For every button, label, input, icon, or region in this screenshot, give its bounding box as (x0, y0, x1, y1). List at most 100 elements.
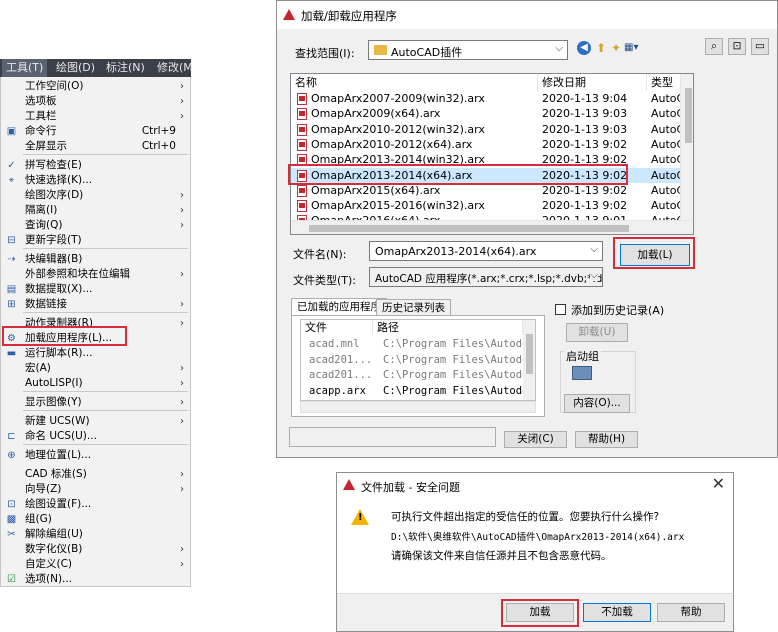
horizontal-scrollbar[interactable] (291, 220, 693, 234)
menu-item[interactable]: 宏(A) › (1, 361, 190, 376)
file-row[interactable]: OmapArx2010-2012(x64).arx 2020-1-13 9:02 A… (291, 137, 688, 152)
menu-item[interactable]: ▩ 组(G) (1, 512, 190, 527)
file-row[interactable]: OmapArx2015(x64).arx 2020-1-13 9:02 AutoC/ (291, 183, 688, 198)
file-row[interactable]: OmapArx2007-2009(win32).arx 2020-1-13 9:0… (291, 91, 688, 106)
column-name[interactable]: 名称 (291, 74, 538, 91)
menu-item[interactable]: 选项板 › (1, 94, 190, 109)
tab-history-list[interactable]: 历史记录列表 (376, 299, 451, 316)
file-row[interactable]: OmapArx2015-2016(win32).arx 2020-1-13 9:0… (291, 198, 688, 213)
menu-item-label: 新建 UCS(W) (25, 415, 90, 427)
menu-item-label: 全屏显示 (25, 140, 67, 152)
menu-item[interactable]: 新建 UCS(W) › (1, 414, 190, 429)
menubar-modify[interactable]: 修改(M (153, 59, 197, 77)
loaded-apps-list[interactable]: 文件 路径 acad.mnl C:\Program Files\Autodesk.… (300, 319, 536, 401)
add-history-checkbox[interactable] (555, 304, 566, 315)
dialog-title: 加载/卸载应用程序 (301, 9, 397, 23)
loaded-apps-panel: 文件 路径 acad.mnl C:\Program Files\Autodesk.… (291, 315, 545, 417)
loaded-scrollbar-thumb[interactable] (526, 334, 533, 374)
menu-item[interactable]: 数字化仪(B) › (1, 542, 190, 557)
loaded-app-row[interactable]: acad201... C:\Program Files\Autodesk... (301, 353, 535, 368)
loaded-file: acad201... (309, 353, 373, 366)
loaded-app-row[interactable]: acad.mnl C:\Program Files\Autodesk... (301, 337, 535, 352)
menu-item[interactable]: 工作空间(O) › (1, 79, 190, 94)
file-row[interactable]: OmapArx2010-2012(win32).arx 2020-1-13 9:0… (291, 122, 688, 137)
vertical-scrollbar[interactable] (680, 74, 693, 220)
menu-item[interactable]: 自定义(C) › (1, 557, 190, 572)
dialog-titlebar: 加载/卸载应用程序 (277, 1, 777, 29)
warn-noload-button[interactable]: 不加载 (583, 603, 651, 622)
loaded-app-row[interactable]: acapp.arx C:\Program Files\Autodesk... (301, 384, 535, 399)
menu-item[interactable]: AutoLISP(I) › (1, 376, 190, 391)
menu-item[interactable]: 工具栏 › (1, 109, 190, 124)
chevron-right-icon: › (180, 469, 184, 480)
menu-item[interactable]: ▤ 数据提取(X)... (1, 282, 190, 297)
loaded-path: C:\Program Files\Autodesk... (383, 384, 535, 397)
menu-item[interactable]: 隔离(I) › (1, 203, 190, 218)
file-row[interactable]: OmapArx2009(x64).arx 2020-1-13 9:03 AutoC/ (291, 106, 688, 121)
menu-item[interactable]: ⊟ 更新字段(T) (1, 233, 190, 248)
menu-item[interactable]: ▬ 运行脚本(R)... (1, 346, 190, 361)
menu-item[interactable]: ⌖ 快速选择(K)... (1, 173, 190, 188)
hscrollbar-thumb[interactable] (309, 225, 629, 232)
menu-item[interactable]: ⊏ 命名 UCS(U)... (1, 429, 190, 444)
menu-item[interactable]: 显示图像(Y) › (1, 395, 190, 410)
scrollbar-thumb[interactable] (685, 88, 692, 143)
menu-item[interactable]: ✂ 解除编组(U) (1, 527, 190, 542)
menu-item[interactable]: ⊡ 绘图设置(F)... (1, 497, 190, 512)
data-extract-icon: ▤ (6, 284, 17, 295)
lookin-combo[interactable]: AutoCAD插件 ⌵ (368, 40, 568, 60)
menu-item-label: 数据提取(X)... (25, 283, 93, 295)
column-file[interactable]: 文件 (301, 320, 373, 335)
menu-item-label: 解除编组(U) (25, 528, 83, 540)
filename-input[interactable]: OmapArx2013-2014(x64).arx ⌵ (369, 241, 603, 261)
menu-item[interactable]: 绘图次序(D) › (1, 188, 190, 203)
contents-button[interactable]: 内容(O)... (564, 394, 630, 413)
menu-item-shortcut: Ctrl+9 (141, 125, 176, 137)
views-menu-icon[interactable]: ▦▾ (624, 41, 644, 55)
ungroup-icon: ✂ (7, 529, 16, 540)
close-button[interactable]: 关闭(C) (504, 431, 567, 448)
warn-help-button[interactable]: 帮助 (657, 603, 725, 622)
column-date[interactable]: 修改日期 (538, 74, 647, 91)
back-icon[interactable]: ◀ (577, 41, 591, 55)
new-folder-icon[interactable]: ✦ (609, 41, 623, 55)
loaded-app-row[interactable]: acad201... C:\Program Files\Autodesk... (301, 368, 535, 383)
filetype-value: AutoCAD 应用程序(*.arx;*.crx;*.lsp;*.dvb;*.d… (375, 273, 603, 285)
filetype-select[interactable]: AutoCAD 应用程序(*.arx;*.crx;*.lsp;*.dvb;*.d… (369, 267, 603, 287)
menu-item[interactable]: ▣ 命令行 Ctrl+9 (1, 124, 190, 139)
help-button[interactable]: 帮助(H) (575, 431, 638, 448)
unload-button[interactable]: 卸载(U) (566, 323, 628, 342)
tools-menu: 工作空间(O) › 选项板 › 工具栏 › ▣ 命令行 Ctrl+9 全屏显示 Ctrl+0 ✓ 拼写检… (0, 77, 191, 587)
menubar-tools[interactable]: 工具(T) (2, 59, 48, 77)
file-date: 2020-1-13 9:03 (542, 107, 628, 121)
loaded-hscrollbar[interactable] (300, 401, 536, 413)
loaded-scrollbar[interactable] (523, 320, 535, 400)
preview-icon[interactable]: ▭ (751, 38, 769, 55)
column-path[interactable]: 路径 (373, 320, 523, 335)
menu-item[interactable]: ⇢ 块编辑器(B) (1, 252, 190, 267)
warn-close-icon[interactable]: ✕ (712, 474, 725, 493)
menu-item[interactable]: 外部参照和块在位编辑 › (1, 267, 190, 282)
menubar-draw[interactable]: 绘图(D) (52, 59, 99, 77)
menu-item[interactable]: ✓ 拼写检查(E) (1, 158, 190, 173)
menu-item[interactable]: 查询(Q) › (1, 218, 190, 233)
menubar-dimension[interactable]: 标注(N) (102, 59, 149, 77)
menu-item-label: 工具栏 (25, 110, 57, 122)
filetype-label: 文件类型(T): (293, 274, 357, 287)
menu-item[interactable]: 向导(Z) › (1, 482, 190, 497)
menu-item[interactable]: ☑ 选项(N)... (1, 572, 190, 587)
up-folder-icon[interactable]: ⬆ (594, 41, 608, 55)
tab-loaded-apps[interactable]: 已加载的应用程序 (291, 298, 387, 316)
menu-item[interactable]: 全屏显示 Ctrl+0 (1, 139, 190, 154)
find-icon[interactable]: ⌕ (705, 38, 723, 55)
file-list[interactable]: 名称 修改日期 类型 OmapArx2007-2009(win32).arx 20… (290, 73, 694, 235)
file-name: OmapArx2007-2009(win32).arx (311, 92, 485, 105)
chevron-right-icon: › (180, 190, 184, 201)
load-button-highlight (613, 237, 695, 269)
tools-icon[interactable]: ⊡ (728, 38, 746, 55)
menu-item[interactable]: ⊞ 数据链接 › (1, 297, 190, 312)
menu-item[interactable]: CAD 标准(S) › (1, 467, 190, 482)
menu-item[interactable]: ⊕ 地理位置(L)... (1, 448, 190, 463)
arx-file-icon (297, 200, 307, 213)
menu-item-label: 数据链接 (25, 298, 67, 310)
